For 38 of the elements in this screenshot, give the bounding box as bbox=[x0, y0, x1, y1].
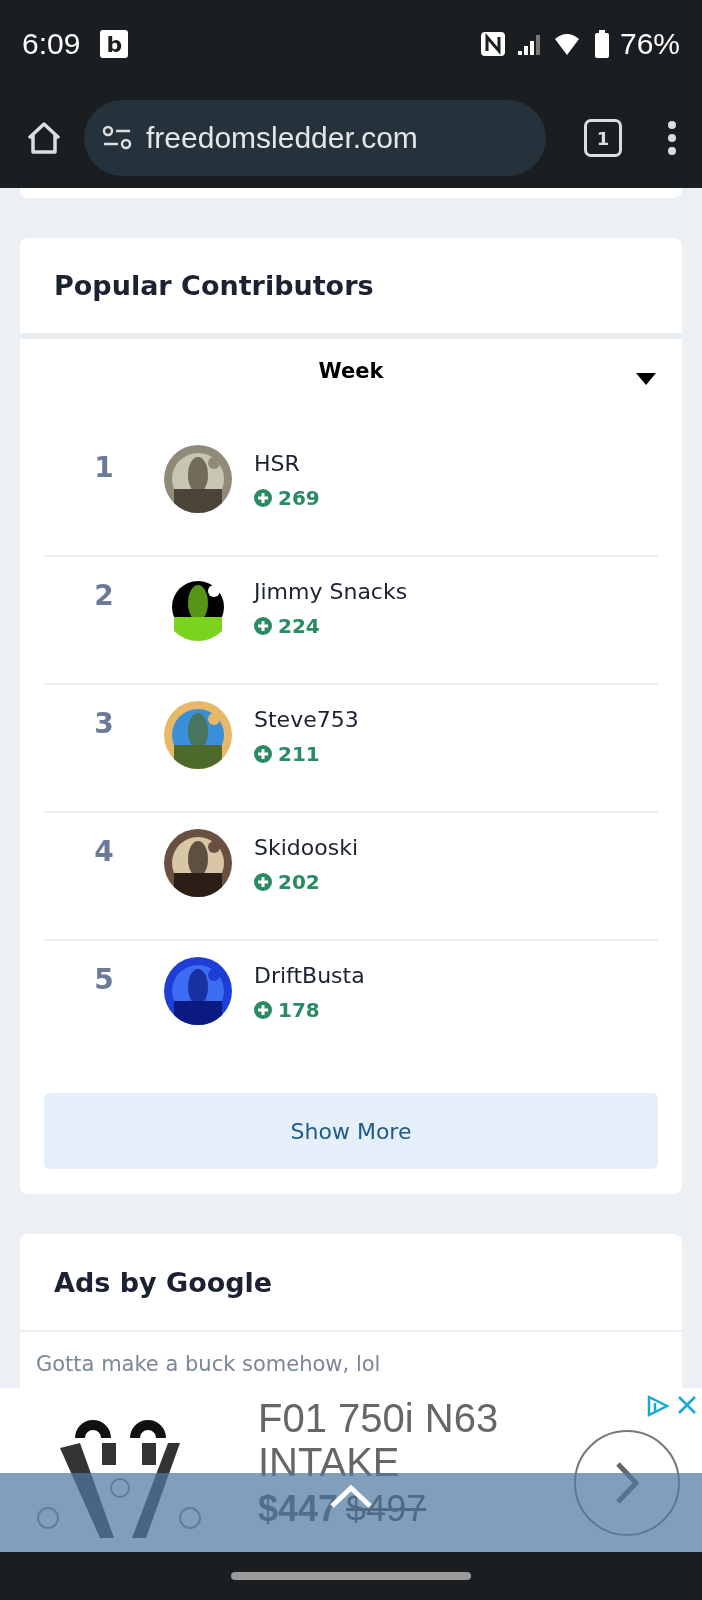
reputation-score: 202 bbox=[278, 870, 320, 894]
contributor-name[interactable]: Jimmy Snacks bbox=[254, 579, 408, 604]
ad-choices-icon[interactable] bbox=[646, 1394, 670, 1418]
plus-icon bbox=[254, 745, 272, 763]
contributor-name[interactable]: Steve753 bbox=[254, 707, 359, 732]
ad-title: F01 750i N63 INTAKE bbox=[258, 1396, 500, 1484]
battery-level: 76% bbox=[619, 27, 680, 61]
site-settings-icon[interactable] bbox=[102, 125, 132, 151]
rank-number: 2 bbox=[93, 578, 115, 612]
caret-icon[interactable] bbox=[636, 373, 656, 385]
gesture-handle[interactable] bbox=[231, 1572, 471, 1580]
card-title: Popular Contributors bbox=[54, 270, 374, 301]
tab-count-button[interactable]: 1 bbox=[584, 119, 622, 157]
period-dropdown[interactable]: Week bbox=[318, 359, 384, 383]
card-title: Ads by Google bbox=[54, 1266, 273, 1298]
rank-number: 3 bbox=[93, 706, 115, 740]
contributor-name[interactable]: DriftBusta bbox=[254, 963, 365, 988]
plus-icon bbox=[254, 489, 272, 507]
plus-icon bbox=[254, 617, 272, 635]
address-bar[interactable]: freedomsledder.com bbox=[84, 100, 546, 176]
nfc-icon bbox=[479, 31, 506, 57]
menu-icon[interactable] bbox=[666, 120, 678, 156]
rank-number: 4 bbox=[93, 834, 115, 868]
reputation-score: 224 bbox=[278, 614, 320, 638]
battery-icon bbox=[593, 30, 610, 58]
plus-icon bbox=[254, 873, 272, 891]
reputation-score: 178 bbox=[278, 998, 320, 1022]
contributor-name[interactable]: HSR bbox=[254, 451, 320, 476]
contributor-name[interactable]: Skidooski bbox=[254, 835, 359, 860]
rank-number: 1 bbox=[93, 450, 115, 484]
plus-icon bbox=[254, 1001, 272, 1019]
rank-number: 5 bbox=[93, 962, 115, 996]
reputation-score: 269 bbox=[278, 486, 320, 510]
notification-icon: b bbox=[100, 30, 129, 58]
show-more-button[interactable]: Show More bbox=[44, 1093, 658, 1169]
status-time: 6:09 bbox=[22, 27, 81, 61]
reputation-score: 211 bbox=[278, 742, 320, 766]
close-icon[interactable] bbox=[676, 1394, 698, 1416]
